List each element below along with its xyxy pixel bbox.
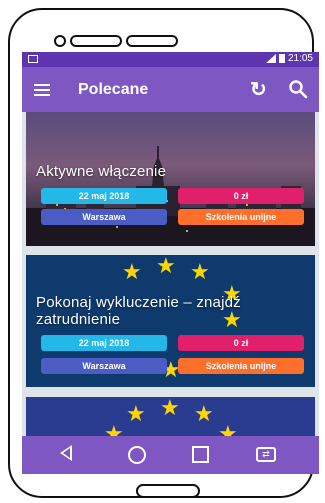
signal-icon xyxy=(265,54,276,63)
menu-icon[interactable] xyxy=(34,84,50,96)
card-title: Pokonaj wykluczenie – znajdź zatrudnieni… xyxy=(36,294,241,328)
back-icon-inner xyxy=(63,448,70,458)
event-card[interactable]: Aktywne włączenie 22 maj 2018 0 zł Warsz… xyxy=(26,112,315,246)
price-chip: 0 zł xyxy=(178,188,304,204)
page-title: Polecane xyxy=(78,81,149,98)
phone-screen: 21:05 Polecane ↻ Aktywne włączenie 22 ma… xyxy=(22,52,319,474)
event-card[interactable]: ★ ★ ★ ★ ★ xyxy=(26,397,315,436)
recent-apps-icon[interactable] xyxy=(192,446,209,463)
status-bar: 21:05 xyxy=(22,52,319,67)
system-nav-bar: ⇄ xyxy=(22,436,319,474)
refresh-icon[interactable]: ↻ xyxy=(250,77,267,102)
eu-star-icon: ★ xyxy=(194,401,214,426)
screen-cast-icon[interactable]: ⇄ xyxy=(256,447,276,462)
search-icon[interactable] xyxy=(288,79,308,99)
speaker-slot xyxy=(126,35,178,47)
home-icon[interactable] xyxy=(128,446,146,464)
eu-star-icon: ★ xyxy=(218,421,238,437)
price-chip: 0 zł xyxy=(178,335,304,351)
hardware-home-button[interactable] xyxy=(136,484,200,498)
category-chip: Szkolenia unijne xyxy=(178,209,304,225)
eu-star-icon: ★ xyxy=(160,397,180,420)
city-chip: Warszawa xyxy=(41,209,167,225)
card-title: Aktywne włączenie xyxy=(36,163,167,180)
app-bar: Polecane ↻ xyxy=(22,67,319,112)
status-time: 21:05 xyxy=(287,53,313,64)
camera-dot xyxy=(54,35,66,47)
eu-star-icon: ★ xyxy=(156,255,176,278)
city-chip: Warszawa xyxy=(41,358,167,374)
speaker-slot xyxy=(70,35,122,47)
eu-star-icon: ★ xyxy=(190,259,210,284)
battery-icon xyxy=(278,54,285,63)
date-chip: 22 maj 2018 xyxy=(41,335,167,351)
category-chip: Szkolenia unijne xyxy=(178,358,304,374)
eu-star-icon: ★ xyxy=(126,401,146,426)
notification-icon xyxy=(28,55,38,63)
card-list[interactable]: Aktywne włączenie 22 maj 2018 0 zł Warsz… xyxy=(22,112,319,436)
eu-star-icon: ★ xyxy=(104,421,124,437)
eu-star-icon: ★ xyxy=(122,259,142,284)
date-chip: 22 maj 2018 xyxy=(41,188,167,204)
event-card[interactable]: ★ ★ ★ ★ ★ ★ Pokonaj wykluczenie – znajdź… xyxy=(26,255,315,387)
